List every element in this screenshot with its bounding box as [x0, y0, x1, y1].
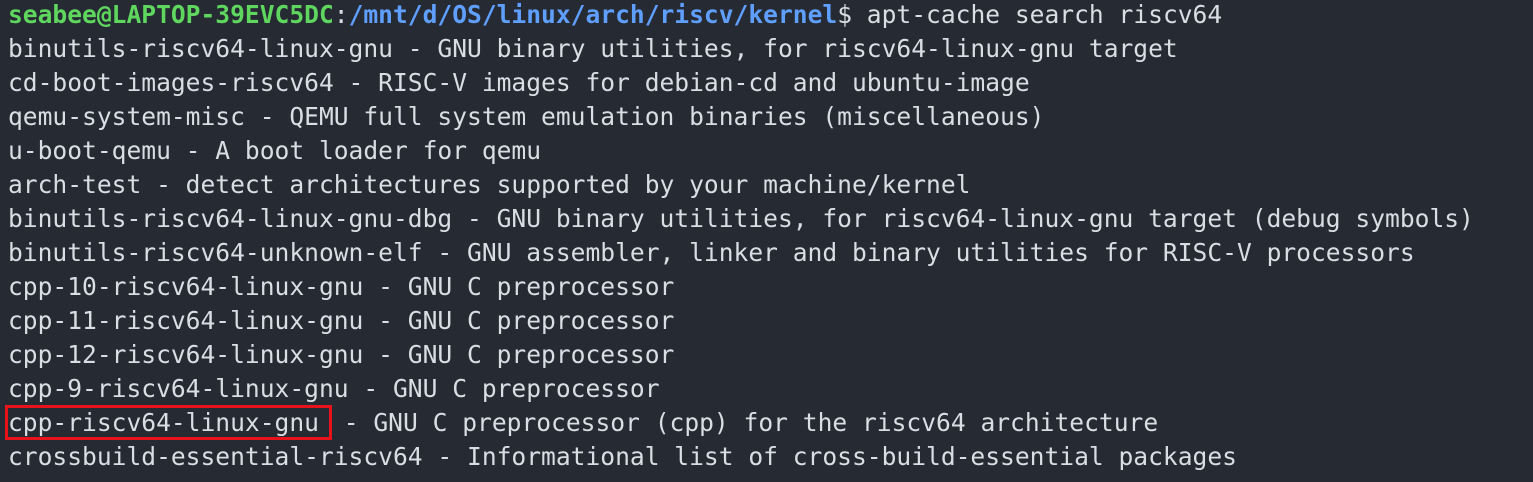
output-line: cpp-10-riscv64-linux-gnu - GNU C preproc… [8, 272, 675, 301]
prompt-command: apt-cache search riscv64 [852, 0, 1223, 29]
output-line: binutils-riscv64-linux-gnu-dbg - GNU bin… [8, 204, 1474, 233]
terminal-window[interactable]: seabee@LAPTOP-39EVC5DC:/mnt/d/OS/linux/a… [0, 0, 1533, 482]
output-line: cd-boot-images-riscv64 - RISC-V images f… [8, 68, 1030, 97]
output-line: qemu-system-misc - QEMU full system emul… [8, 102, 1045, 131]
highlighted-package-description: - GNU C preprocessor (cpp) for the riscv… [328, 408, 1159, 437]
output-line: cpp-12-riscv64-linux-gnu - GNU C preproc… [8, 340, 675, 369]
output-line: crossbuild-essential-riscv64 - Informati… [8, 442, 1237, 471]
prompt-user-host: seabee@LAPTOP-39EVC5DC [8, 0, 334, 29]
output-line: arch-test - detect architectures support… [8, 170, 971, 199]
output-line: binutils-riscv64-unknown-elf - GNU assem… [8, 238, 1415, 267]
prompt-path: /mnt/d/OS/linux/arch/riscv/kernel [348, 0, 838, 29]
prompt-symbol: $ [837, 0, 852, 29]
output-line: u-boot-qemu - A boot loader for qemu [8, 136, 542, 165]
output-line: cpp-11-riscv64-linux-gnu - GNU C preproc… [8, 306, 675, 335]
prompt-line: seabee@LAPTOP-39EVC5DC:/mnt/d/OS/linux/a… [8, 0, 1222, 32]
prompt-separator: : [333, 0, 349, 29]
highlighted-output-line: cpp-riscv64-linux-gnu - GNU C preprocess… [5, 405, 1159, 440]
highlighted-package-name: cpp-riscv64-linux-gnu [5, 405, 332, 440]
output-line: binutils-riscv64-linux-gnu - GNU binary … [8, 34, 1178, 63]
output-line: cpp-9-riscv64-linux-gnu - GNU C preproce… [8, 374, 660, 403]
